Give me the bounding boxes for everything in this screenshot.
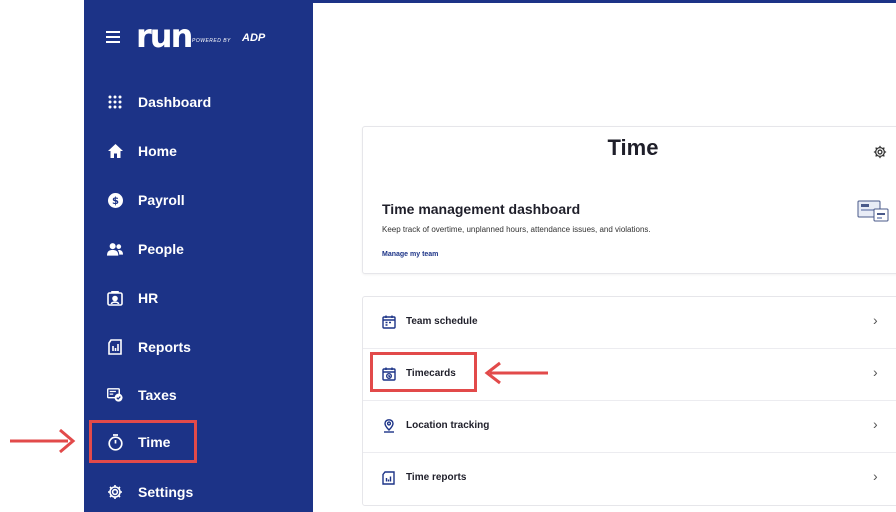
- sidebar-item-label: Dashboard: [138, 94, 212, 110]
- sidebar-item-taxes[interactable]: Taxes: [84, 375, 313, 415]
- sidebar-item-settings[interactable]: Settings: [84, 472, 313, 512]
- list-item-time-reports[interactable]: Time reports ›: [363, 453, 896, 505]
- list-item-label: Time reports: [406, 472, 467, 483]
- powered-by-label: POWERED BY: [192, 38, 231, 44]
- svg-text:$: $: [112, 196, 119, 207]
- sidebar-item-label: Settings: [138, 484, 194, 500]
- reports-icon: [107, 339, 123, 355]
- list-item-label: Location tracking: [406, 420, 490, 431]
- sidebar-item-label: Taxes: [138, 387, 177, 403]
- sidebar-item-label: People: [138, 241, 184, 257]
- list-item-team-schedule[interactable]: Team schedule ›: [363, 297, 896, 349]
- run-logo[interactable]: run: [136, 20, 193, 52]
- hr-icon: [107, 290, 123, 306]
- grid-icon: [107, 94, 123, 110]
- sidebar-item-dashboard[interactable]: Dashboard: [84, 82, 313, 122]
- settings-gear-icon[interactable]: [873, 145, 887, 164]
- people-icon: [107, 241, 123, 257]
- report-icon: [382, 471, 396, 485]
- adp-logo: ADP: [242, 32, 266, 44]
- arrow-left-icon: [484, 361, 548, 385]
- sidebar-item-reports[interactable]: Reports: [84, 327, 313, 367]
- chevron-right-icon: ›: [873, 312, 878, 328]
- sidebar-item-home[interactable]: Home: [84, 131, 313, 171]
- sidebar-item-label: Reports: [138, 339, 191, 355]
- home-icon: [107, 143, 123, 159]
- manage-my-team-link[interactable]: Manage my team: [382, 251, 438, 258]
- page-title: Time: [607, 135, 659, 160]
- timecards-highlight-box: [370, 352, 477, 392]
- gear-icon: [107, 484, 123, 500]
- chevron-right-icon: ›: [873, 416, 878, 432]
- hamburger-menu-icon[interactable]: [106, 31, 120, 43]
- sidebar-item-label: Payroll: [138, 192, 185, 208]
- sidebar-item-payroll[interactable]: $ Payroll: [84, 180, 313, 220]
- sidebar-item-people[interactable]: People: [84, 229, 313, 269]
- chevron-right-icon: ›: [873, 364, 878, 380]
- dashboard-illustration-icon: [857, 200, 889, 222]
- location-pin-icon: [382, 419, 396, 433]
- top-border: [313, 0, 896, 3]
- time-highlight-box: [89, 420, 197, 463]
- sidebar-header: run POWERED BY ADP: [84, 20, 313, 58]
- dollar-icon: $: [107, 192, 123, 208]
- time-options-list: Team schedule › Timecards › Location tra…: [362, 296, 896, 506]
- dashboard-description: Keep track of overtime, unplanned hours,…: [382, 225, 651, 234]
- list-item-location-tracking[interactable]: Location tracking ›: [363, 401, 896, 453]
- taxes-icon: [107, 387, 123, 403]
- sidebar-item-label: HR: [138, 290, 159, 306]
- calendar-icon: [382, 315, 396, 329]
- screen: run POWERED BY ADP Dashboard Home $ Payr…: [0, 0, 896, 512]
- sidebar-item-label: Home: [138, 143, 177, 159]
- arrow-right-icon: [10, 428, 76, 454]
- chevron-right-icon: ›: [873, 468, 878, 484]
- time-dashboard-card: Time Time management dashboard Keep trac…: [362, 126, 896, 274]
- list-item-label: Team schedule: [406, 316, 478, 327]
- dashboard-title: Time management dashboard: [382, 201, 581, 217]
- sidebar-item-hr[interactable]: HR: [84, 278, 313, 318]
